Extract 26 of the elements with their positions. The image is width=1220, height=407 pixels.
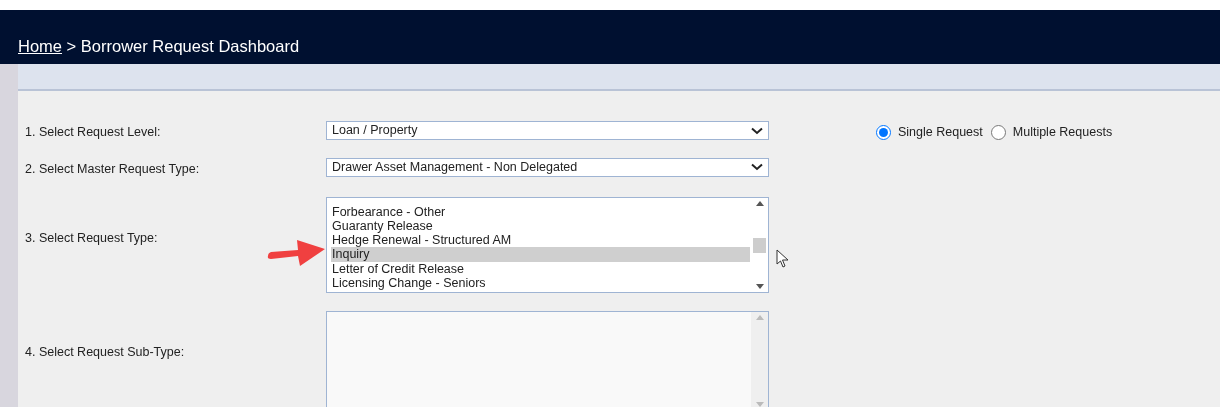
page-title: Borrower Request Dashboard <box>80 37 300 56</box>
list-option[interactable]: Inquiry <box>331 247 750 262</box>
home-link[interactable]: Home <box>18 37 62 56</box>
listbox[interactable]: Forbearance - Other Guaranty Release Hedge Renewal - Structured AM Inquiry Letter of Credit Release Licensing Change - Seniors <box>326 196 769 294</box>
list-option[interactable]: Licensing Change - Seniors <box>331 276 750 291</box>
scrollbar-thumb[interactable] <box>753 237 766 253</box>
list-option[interactable]: Hedge Renewal - Structured AM <box>331 233 750 248</box>
radio-label: Single Request <box>898 124 983 141</box>
radio-button[interactable] <box>990 124 1006 140</box>
list-option[interactable]: Forbearance - Other <box>331 204 750 219</box>
list-option[interactable]: Letter of Credit Release <box>331 261 750 276</box>
scroll-down-icon[interactable] <box>755 284 764 290</box>
field-label: 3. Select Request Type: <box>25 229 159 247</box>
chevron-down-icon <box>751 163 763 172</box>
chevron-down-icon <box>751 126 763 135</box>
list-option[interactable]: Guaranty Release <box>331 218 750 234</box>
dropdown[interactable]: Loan / Property <box>326 121 769 140</box>
field-label: 1. Select Request Level: <box>25 124 162 141</box>
dropdown[interactable]: Drawer Asset Management - Non Delegated <box>326 157 769 177</box>
radio-button[interactable] <box>876 124 891 140</box>
breadcrumb-separator: > <box>65 37 78 56</box>
radio-label: Multiple Requests <box>1012 124 1113 141</box>
field-label: 4. Select Request Sub-Type: <box>25 344 186 362</box>
mouse-cursor-icon <box>776 249 790 268</box>
field-label: 2. Select Master Request Type: <box>25 160 201 178</box>
scroll-up-icon[interactable] <box>755 200 764 206</box>
